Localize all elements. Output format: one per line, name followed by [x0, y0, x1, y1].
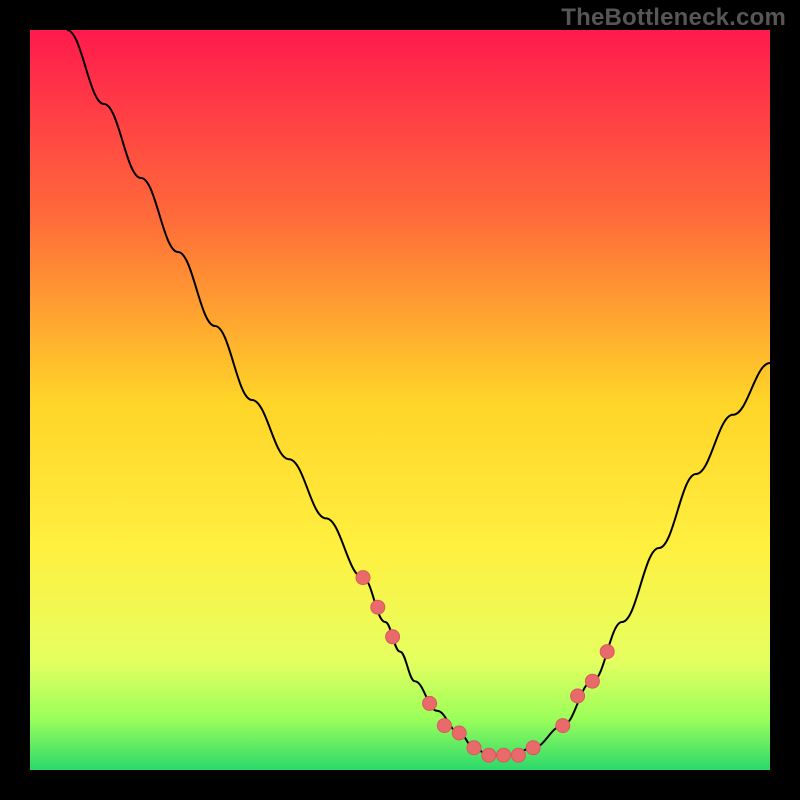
data-marker — [467, 741, 481, 755]
data-marker — [600, 645, 614, 659]
data-marker — [423, 696, 437, 710]
data-marker — [386, 630, 400, 644]
data-marker — [437, 719, 451, 733]
watermark-label: TheBottleneck.com — [561, 4, 786, 32]
gradient-background — [30, 30, 770, 770]
data-marker — [526, 741, 540, 755]
data-marker — [511, 748, 525, 762]
chart-frame: TheBottleneck.com — [0, 0, 800, 800]
data-marker — [356, 571, 370, 585]
gradient-plot — [30, 30, 770, 770]
data-marker — [482, 748, 496, 762]
data-marker — [556, 719, 570, 733]
data-marker — [371, 600, 385, 614]
data-marker — [452, 726, 466, 740]
data-marker — [571, 689, 585, 703]
data-marker — [585, 674, 599, 688]
plot-svg — [30, 30, 770, 770]
data-marker — [497, 748, 511, 762]
